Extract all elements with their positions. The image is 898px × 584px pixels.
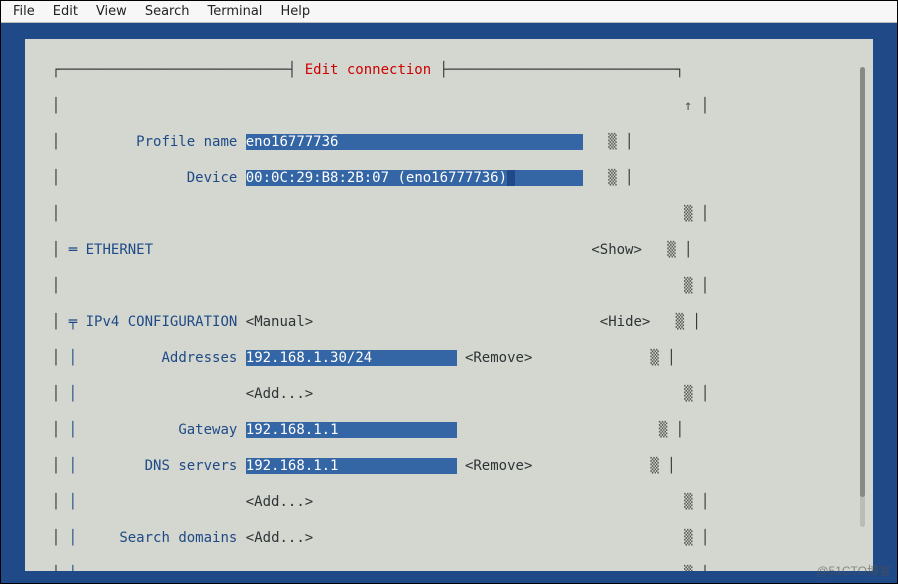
- dialog-title: Edit connection: [305, 62, 431, 78]
- ipv4-hide-button[interactable]: <Hide>: [600, 314, 651, 330]
- menu-help[interactable]: Help: [280, 4, 310, 19]
- ipv4-mode-select[interactable]: <Manual>: [246, 314, 313, 330]
- address-input[interactable]: 192.168.1.30/24: [246, 350, 457, 366]
- gateway-input[interactable]: 192.168.1.1: [246, 422, 457, 438]
- ethernet-section-label: ETHERNET: [86, 242, 153, 258]
- dns-add-button[interactable]: <Add...>: [246, 494, 313, 510]
- menu-search[interactable]: Search: [145, 4, 190, 19]
- terminal-scrollbar[interactable]: [860, 67, 865, 527]
- profile-name-label: Profile name: [136, 134, 237, 150]
- device-input[interactable]: 00:0C:29:B8:2B:07 (eno16777736): [246, 170, 507, 186]
- menu-view[interactable]: View: [96, 4, 127, 19]
- terminal-window: File Edit View Search Terminal Help ┌───…: [0, 0, 898, 584]
- menu-terminal[interactable]: Terminal: [207, 4, 262, 19]
- device-label: Device: [187, 170, 238, 186]
- scroll-up-icon: ↑: [684, 98, 692, 114]
- menubar: File Edit View Search Terminal Help: [1, 1, 897, 23]
- address-add-button[interactable]: <Add...>: [246, 386, 313, 402]
- search-domains-add-button[interactable]: <Add...>: [246, 530, 313, 546]
- address-remove-button[interactable]: <Remove>: [465, 350, 532, 366]
- nmtui-dialog: ┌───────────────────────────┤ Edit conne…: [25, 39, 873, 571]
- ipv4-section-label: IPv4 CONFIGURATION: [86, 314, 238, 330]
- addresses-label: Addresses: [161, 350, 237, 366]
- profile-name-input[interactable]: eno16777736: [246, 134, 583, 150]
- dns-remove-button[interactable]: <Remove>: [465, 458, 532, 474]
- menu-edit[interactable]: Edit: [53, 4, 78, 19]
- watermark: @51CTO博客: [816, 562, 891, 579]
- ethernet-show-button[interactable]: <Show>: [591, 242, 642, 258]
- terminal-area: ┌───────────────────────────┤ Edit conne…: [1, 23, 897, 583]
- menu-file[interactable]: File: [13, 4, 35, 19]
- dialog-border-top: ┌───────────────────────────┤ Edit conne…: [35, 61, 863, 79]
- dns-input[interactable]: 192.168.1.1: [246, 458, 457, 474]
- dns-label: DNS servers: [145, 458, 238, 474]
- search-domains-label: Search domains: [119, 530, 237, 546]
- gateway-label: Gateway: [178, 422, 237, 438]
